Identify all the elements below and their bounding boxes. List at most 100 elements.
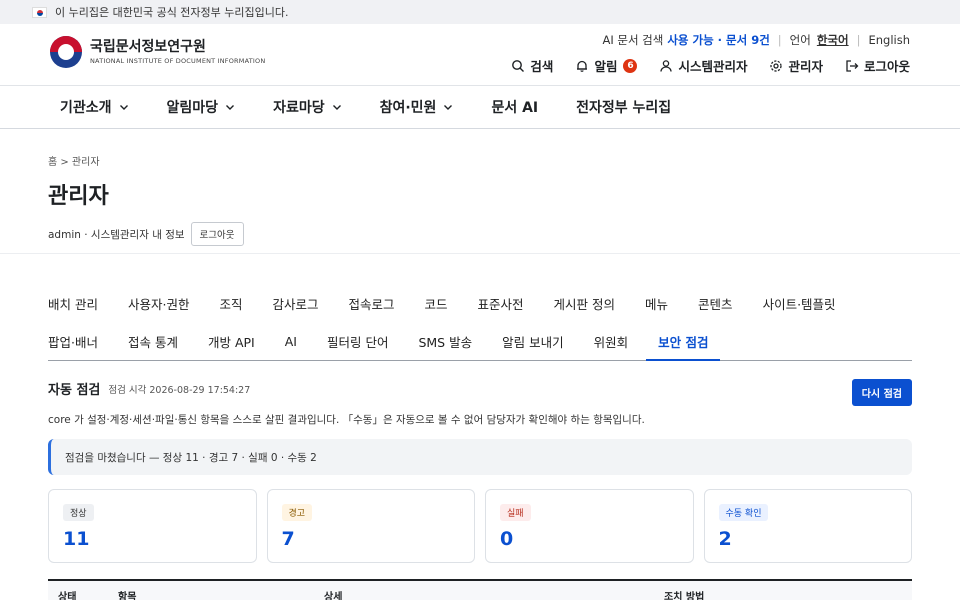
logout-icon [846,59,859,72]
user-info: admin · 시스템관리자 내 정보 로그아웃 [48,222,912,246]
check-time: 점검 시각 2026-08-29 17:54:27 [108,384,251,396]
gnb-label: 기관소개 [60,100,112,116]
summary-cards: 정상 11 경고 7 실패 0 수동 확인 2 [48,489,912,563]
search-icon [512,59,525,72]
status-badge: 정상 [63,504,94,521]
summary-count: 7 [281,528,295,550]
gov-banner: 이 누리집은 대한민국 공식 전자정부 누리집입니다. [0,0,960,24]
flag-icon [32,6,47,18]
tab-audit-log[interactable]: 감사로그 [272,284,318,322]
tab-access-stats[interactable]: 접속 통계 [128,322,178,360]
page-logout-button[interactable]: 로그아웃 [190,222,244,246]
gnb-label: 알림마당 [166,100,219,116]
tab-access-log[interactable]: 접속로그 [349,284,395,322]
tab-security-check[interactable]: 보안 점검 [646,322,721,361]
summary-count: 11 [63,528,90,550]
tab-code[interactable]: 코드 [425,284,448,322]
tab-board-definition[interactable]: 게시판 정의 [554,284,615,322]
tab-row-1: 배치 관리 사용자·권한 조직 감사로그 접속로그 코드 표준사전 게시판 정의… [48,284,912,322]
gnb-label: 자료마당 [273,100,325,116]
tab-row-2: 팝업·배너 접속 통계 개방 API AI 필터링 단어 SMS 발송 알림 보… [48,322,912,361]
summary-card-fail: 실패 0 [485,489,694,563]
tab-filter-words[interactable]: 필터링 단어 [327,322,388,360]
summary-card-warning: 경고 7 [266,489,475,563]
gnb-item-participation[interactable]: 참여·민원 [380,97,454,117]
gnb-label: 참여·민원 [379,100,437,116]
divider: | [856,33,861,47]
admin-label: 관리자 [788,59,823,74]
tab-popup-banner[interactable]: 팝업·배너 [48,322,98,360]
auto-check-section: 자동 점검 점검 시각 2026-08-29 17:54:27 다시 점검 co… [48,379,912,600]
admin-tabs: 배치 관리 사용자·권한 조직 감사로그 접속로그 코드 표준사전 게시판 정의… [48,284,912,361]
page-header: 홈 > 관리자 관리자 admin · 시스템관리자 내 정보 로그아웃 [0,129,960,253]
site-header: 국립문서정보연구원 NATIONAL INSTITUTE OF DOCUMENT… [0,24,960,86]
gnb-label: 문서 AI [491,100,539,116]
site-logo[interactable]: 국립문서정보연구원 NATIONAL INSTITUTE OF DOCUMENT… [50,36,265,68]
tab-committee[interactable]: 위원회 [594,322,629,360]
chevron-down-icon [332,105,341,110]
ai-search-status[interactable]: 사용 가능 · 문서 9건 [667,32,769,48]
page-title: 관리자 [48,184,109,209]
tab-contents[interactable]: 콘텐츠 [698,284,733,322]
tab-users-roles[interactable]: 사용자·권한 [128,284,189,322]
search-label: 검색 [530,59,554,74]
gnb-item-about[interactable]: 기관소개 [60,97,129,117]
language-label: 언어 [789,33,811,47]
tab-menu[interactable]: 메뉴 [645,284,668,322]
tab-open-api[interactable]: 개방 API [208,322,255,360]
tab-ai[interactable]: AI [285,322,297,360]
sysadmin-label: 시스템관리자 [678,59,748,74]
main-navigation: 기관소개 알림마당 자료마당 참여·민원 문서 AI 전자정부 누리집 [0,86,960,129]
sysadmin-button[interactable]: 시스템관리자 [659,56,747,75]
divider: | [777,33,782,47]
column-header-action: 조치 방법 [664,591,705,600]
tab-organization[interactable]: 조직 [219,284,242,322]
summary-count: 2 [718,528,732,550]
admin-button[interactable]: 관리자 [769,56,823,75]
tab-send-alert[interactable]: 알림 보내기 [502,322,563,360]
results-table-header: 상태 항목 상세 조치 방법 [48,579,912,600]
alert-count-badge: 6 [623,58,638,73]
rerun-check-button[interactable]: 다시 점검 [851,379,912,406]
column-header-item: 항목 [118,591,137,600]
alert-button[interactable]: 알림 6 [575,56,638,75]
search-button[interactable]: 검색 [511,56,553,75]
divider [0,253,960,254]
logo-subtitle: NATIONAL INSTITUTE OF DOCUMENT INFORMATI… [90,57,266,65]
summary-count: 0 [500,528,514,550]
tab-batch[interactable]: 배치 관리 [48,284,98,322]
language-english[interactable]: English [868,33,910,47]
alert-label: 알림 [594,59,618,74]
gear-icon [770,59,783,72]
summary-card-ok: 정상 11 [48,489,257,563]
chevron-down-icon [444,105,453,110]
tab-site-template[interactable]: 사이트·템플릿 [763,284,836,322]
column-header-detail: 상세 [324,591,343,600]
breadcrumb: 홈 > 관리자 [48,157,100,168]
logout-button[interactable]: 로그아웃 [845,56,910,75]
section-description: core 가 설정·계정·세션·파일·통신 항목을 스스로 살핀 결과입니다. … [48,414,645,426]
tab-standard-dictionary[interactable]: 표준사전 [478,284,524,322]
gov-banner-text: 이 누리집은 대한민국 공식 전자정부 누리집입니다. [55,6,289,19]
gnb-item-egov[interactable]: 전자정부 누리집 [576,97,671,117]
status-badge: 경고 [281,504,313,521]
utility-menu: 검색 알림 6 시스템관리자 관리자 로그아웃 [489,56,910,75]
logo-emblem-icon [50,36,82,68]
summary-card-manual: 수동 확인 2 [703,489,912,563]
result-notice: 점검을 마쳤습니다 — 정상 11 · 경고 7 · 실패 0 · 수동 2 [48,439,912,475]
user-icon [660,59,673,72]
column-header-status: 상태 [58,591,77,600]
tab-sms[interactable]: SMS 발송 [418,322,472,360]
chevron-down-icon [226,105,235,110]
gnb-item-notice[interactable]: 알림마당 [167,97,236,117]
gnb-item-resources[interactable]: 자료마당 [273,97,342,117]
gnb-item-document-ai[interactable]: 문서 AI [491,97,538,117]
chevron-down-icon [119,105,128,110]
user-info-text: admin · 시스템관리자 내 정보 [48,228,185,241]
language-korean[interactable]: 한국어 [817,32,849,48]
section-title: 자동 점검 [48,383,101,398]
status-badge: 수동 확인 [718,504,769,521]
status-badge: 실패 [500,504,531,521]
ai-search-label: AI 문서 검색 [602,33,664,47]
gnb-label: 전자정부 누리집 [576,100,672,116]
